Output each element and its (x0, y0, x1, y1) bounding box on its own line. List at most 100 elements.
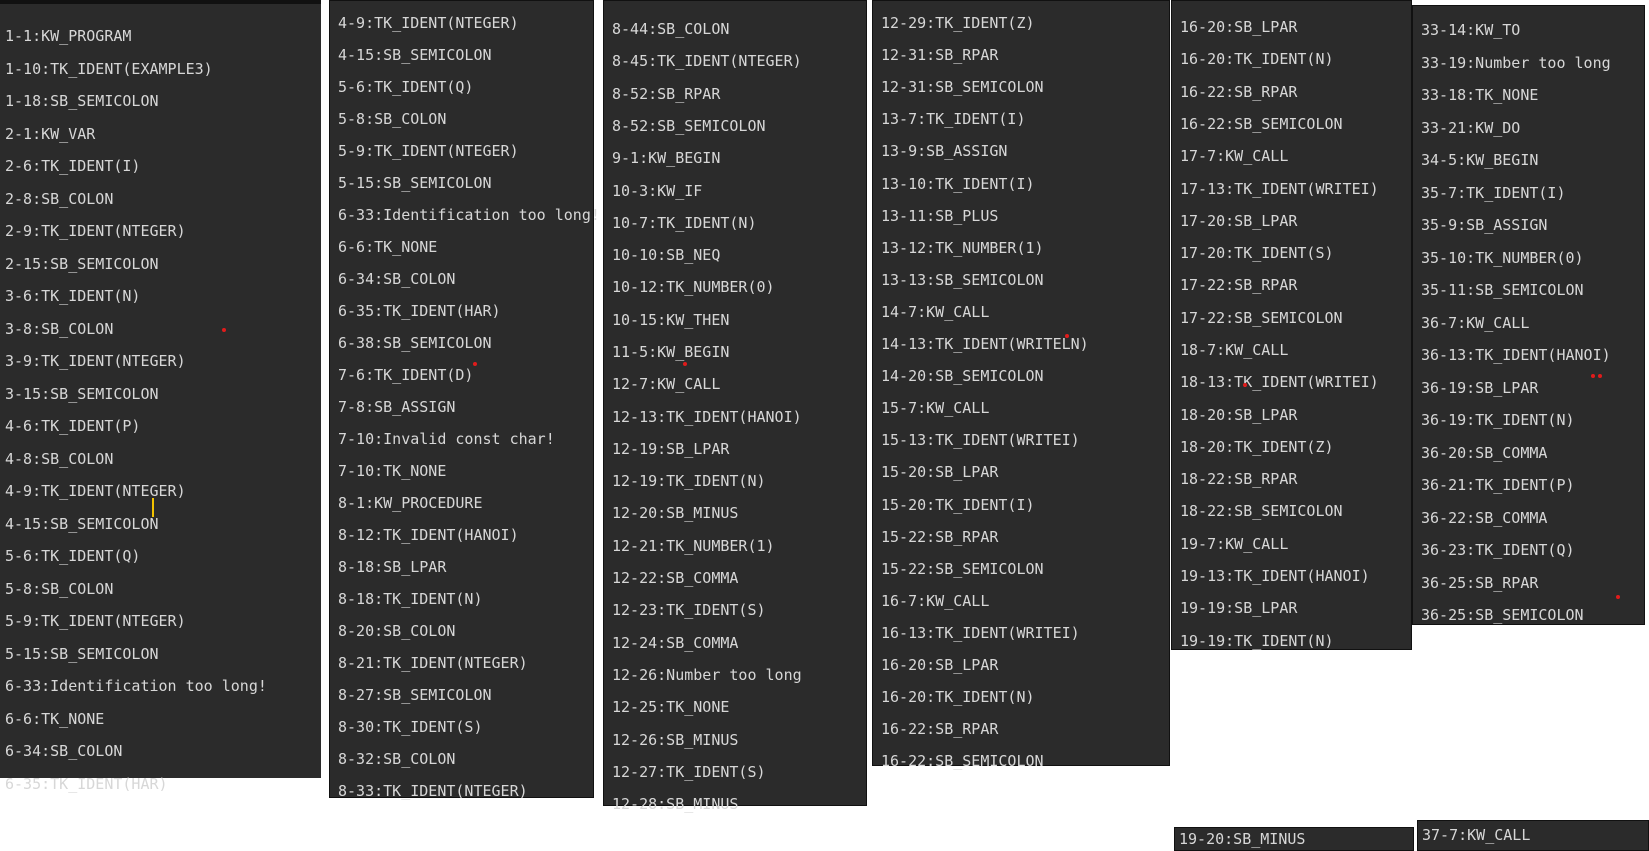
red-dot-1 (222, 328, 226, 332)
panel-3-token-line: 12-19:TK_IDENT(N) (612, 472, 766, 490)
panel-4-token-line: 12-31:SB_SEMICOLON (881, 78, 1044, 96)
panel-1-token-line: 2-8:SB_COLON (5, 190, 114, 208)
panel-3-token-line: 12-7:KW_CALL (612, 375, 721, 393)
panel-1-token-line: 2-15:SB_SEMICOLON (5, 255, 159, 273)
panel-4-token-line: 15-7:KW_CALL (881, 399, 990, 417)
panel-4-token-line: 13-11:SB_PLUS (881, 207, 999, 225)
panel-5-token-line: 18-20:TK_IDENT(Z) (1180, 438, 1334, 456)
panel-1-token-line: 4-6:TK_IDENT(P) (5, 417, 141, 435)
red-dot-4 (1065, 334, 1069, 338)
panel-3-token-line: 9-1:KW_BEGIN (612, 149, 721, 167)
panel-4-token-line: 13-12:TK_NUMBER(1) (881, 239, 1044, 257)
panel-3-token-line: 12-23:TK_IDENT(S) (612, 601, 766, 619)
panel-4-token-line: 13-10:TK_IDENT(I) (881, 175, 1035, 193)
panel-1-token-line: 3-6:TK_IDENT(N) (5, 287, 141, 305)
panel-1-token-line: 1-18:SB_SEMICOLON (5, 92, 159, 110)
panel-5-token-line: 17-13:TK_IDENT(WRITEI) (1180, 180, 1379, 198)
panel-1-token-line: 4-8:SB_COLON (5, 450, 114, 468)
panel-2-token-line: 5-8:SB_COLON (338, 110, 447, 128)
panel-6-token-line: 36-19:SB_LPAR (1421, 379, 1539, 397)
panel-2-token-line: 7-8:SB_ASSIGN (338, 398, 456, 416)
panel-6-token-line: 36-25:SB_SEMICOLON (1421, 606, 1584, 624)
panel-5-token-line: 19-7:KW_CALL (1180, 535, 1289, 553)
panel-5-token-line: 16-20:TK_IDENT(N) (1180, 50, 1334, 68)
panel-4-token-line: 13-13:SB_SEMICOLON (881, 271, 1044, 289)
panel-4-token-line: 15-20:SB_LPAR (881, 463, 999, 481)
panel-6-token-line: 36-22:SB_COMMA (1421, 509, 1548, 527)
panel-2-token-line: 6-33:Identification too long! (338, 206, 600, 224)
panel-5-token-line: 19-19:SB_LPAR (1180, 599, 1298, 617)
panel-1-token-line: 5-9:TK_IDENT(NTEGER) (5, 612, 186, 630)
panel-1-token-line: 4-15:SB_SEMICOLON (5, 515, 159, 533)
panel-3-token-line: 10-12:TK_NUMBER(0) (612, 278, 775, 296)
panel-1-token-line: 6-34:SB_COLON (5, 742, 123, 760)
panel-2-token-line: 8-21:TK_IDENT(NTEGER) (338, 654, 528, 672)
panel-6-token-line: 33-14:KW_TO (1421, 21, 1521, 39)
panel-6-token-line: 33-21:KW_DO (1421, 119, 1521, 137)
panel-6-token-line: 36-23:TK_IDENT(Q) (1421, 541, 1575, 559)
panel-3-token-line: 12-25:TK_NONE (612, 698, 730, 716)
panel-5-token-line: 17-7:KW_CALL (1180, 147, 1289, 165)
panel-3-token-line: 12-21:TK_NUMBER(1) (612, 537, 775, 555)
panel-1-token-line: 6-33:Identification too long! (5, 677, 267, 695)
panel-1-token-line: 2-6:TK_IDENT(I) (5, 157, 141, 175)
panel-4-token-line: 14-7:KW_CALL (881, 303, 990, 321)
red-dot-8 (1616, 595, 1620, 599)
panel-1-token-line: 4-9:TK_IDENT(NTEGER) (5, 482, 186, 500)
panel-3-token-line: 12-28:SB_MINUS (612, 795, 739, 813)
panel-2-token-line: 6-35:TK_IDENT(HAR) (338, 302, 501, 320)
panel-5-token-line: 17-22:SB_RPAR (1180, 276, 1298, 294)
panel-4-token-line: 16-22:SB_RPAR (881, 720, 999, 738)
panel-3-token-line: 10-15:KW_THEN (612, 311, 730, 329)
panel-5-token-line: 18-13:TK_IDENT(WRITEI) (1180, 373, 1379, 391)
panel-3-token-line: 12-13:TK_IDENT(HANOI) (612, 408, 802, 426)
panel-4-token-line: 12-31:SB_RPAR (881, 46, 999, 64)
panel-2-token-line: 8-27:SB_SEMICOLON (338, 686, 492, 704)
panel-1-token-line: 6-6:TK_NONE (5, 710, 105, 728)
panel-6-token-line: 33-18:TK_NONE (1421, 86, 1539, 104)
panel-5-token-line: 19-19:TK_IDENT(N) (1180, 632, 1334, 650)
panel-2-token-line: 7-10:Invalid const char! (338, 430, 555, 448)
panel-4-token-line: 15-22:SB_RPAR (881, 528, 999, 546)
fragment-token-line: 37-7:KW_CALL (1422, 826, 1531, 844)
panel-2-token-line: 8-1:KW_PROCEDURE (338, 494, 483, 512)
panel-5-token-line: 18-7:KW_CALL (1180, 341, 1289, 359)
red-dot-2 (473, 362, 477, 366)
panel-6-token-line: 35-11:SB_SEMICOLON (1421, 281, 1584, 299)
panel-5-token-line: 16-22:SB_SEMICOLON (1180, 115, 1343, 133)
panel-6-token-line: 36-21:TK_IDENT(P) (1421, 476, 1575, 494)
panel-5-token-line: 17-22:SB_SEMICOLON (1180, 309, 1343, 327)
panel-2-token-line: 4-15:SB_SEMICOLON (338, 46, 492, 64)
panel-4-token-line: 13-7:TK_IDENT(I) (881, 110, 1026, 128)
panel-4-token-line: 16-20:SB_LPAR (881, 656, 999, 674)
panel-2-token-line: 8-18:SB_LPAR (338, 558, 447, 576)
panel-6-token-line: 33-19:Number too long (1421, 54, 1611, 72)
panel-2-token-line: 8-33:TK_IDENT(NTEGER) (338, 782, 528, 800)
panel-3-token-line: 12-20:SB_MINUS (612, 504, 739, 522)
panel-5-token-line: 19-13:TK_IDENT(HANOI) (1180, 567, 1370, 585)
fragment-token-line: 19-20:SB_MINUS (1179, 830, 1306, 848)
panel-6-token-line: 34-5:KW_BEGIN (1421, 151, 1539, 169)
panel-4-token-line: 15-13:TK_IDENT(WRITEI) (881, 431, 1080, 449)
text-caret (152, 498, 154, 517)
panel-2-token-line: 6-38:SB_SEMICOLON (338, 334, 492, 352)
panel-1-token-line: 1-1:KW_PROGRAM (5, 27, 132, 45)
panel-6-token-line: 35-7:TK_IDENT(I) (1421, 184, 1566, 202)
panel-2-token-line: 6-34:SB_COLON (338, 270, 456, 288)
panel-6-token-line: 36-25:SB_RPAR (1421, 574, 1539, 592)
panel-4-token-line: 14-13:TK_IDENT(WRITELN) (881, 335, 1089, 353)
panel-4-token-line: 12-29:TK_IDENT(Z) (881, 14, 1035, 32)
panel-2-token-line: 8-32:SB_COLON (338, 750, 456, 768)
panel-3-token-line: 10-7:TK_IDENT(N) (612, 214, 757, 232)
panel-3-token-line: 12-26:Number too long (612, 666, 802, 684)
panel-5-token-line: 17-20:SB_LPAR (1180, 212, 1298, 230)
red-dot-7 (1598, 374, 1602, 378)
red-dot-6 (1591, 374, 1595, 378)
red-dot-3 (683, 362, 687, 366)
panel-6-token-line: 35-9:SB_ASSIGN (1421, 216, 1548, 234)
panel-1-token-line: 1-10:TK_IDENT(EXAMPLE3) (5, 60, 213, 78)
panel-5-token-line: 18-22:SB_RPAR (1180, 470, 1298, 488)
panel-2-token-line: 5-15:SB_SEMICOLON (338, 174, 492, 192)
panel-3-token-line: 12-19:SB_LPAR (612, 440, 730, 458)
panel-2-token-line: 5-9:TK_IDENT(NTEGER) (338, 142, 519, 160)
